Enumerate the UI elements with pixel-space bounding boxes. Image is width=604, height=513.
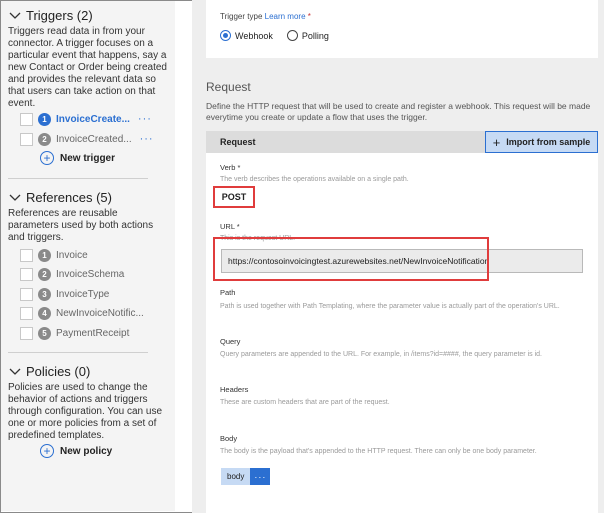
body-parameter-chip[interactable]: body ···	[221, 468, 271, 485]
triggers-section-header[interactable]: Triggers (2)	[8, 8, 93, 23]
new-policy-button[interactable]: + New policy	[40, 444, 112, 458]
request-card-header: Request + Import from sample	[206, 131, 598, 153]
headers-label: Headers	[220, 385, 249, 394]
item-number: 2	[38, 267, 51, 281]
chevron-down-icon	[9, 194, 21, 201]
webhook-label: Webhook	[235, 30, 273, 41]
checkbox[interactable]	[20, 326, 33, 340]
trigger-item-label: InvoiceCreated...	[56, 133, 132, 145]
reference-item-3[interactable]: 3 InvoiceType	[20, 286, 109, 302]
policies-title: Policies (0)	[26, 364, 91, 379]
more-icon[interactable]: ···	[250, 468, 271, 485]
body-help: The body is the payload that's appended …	[220, 448, 537, 455]
body-label: Body	[220, 434, 238, 443]
query-label: Query	[220, 337, 241, 346]
reference-item-label: NewInvoiceNotific...	[56, 307, 144, 319]
trigger-type-label-row: Trigger type Learn more *	[220, 12, 311, 21]
reference-item-label: Invoice	[56, 249, 88, 261]
reference-item-label: PaymentReceipt	[56, 327, 130, 339]
trigger-item-2[interactable]: 2 InvoiceCreated... ···	[20, 131, 154, 147]
import-label: Import from sample	[506, 137, 591, 147]
new-policy-label: New policy	[60, 445, 113, 457]
path-label: Path	[220, 288, 236, 297]
triggers-title: Triggers (2)	[26, 8, 93, 23]
query-help: Query parameters are appended to the URL…	[220, 351, 542, 358]
reference-item-1[interactable]: 1 Invoice	[20, 247, 88, 263]
item-number: 2	[38, 132, 51, 146]
new-trigger-button[interactable]: + New trigger	[40, 151, 115, 165]
reference-item-4[interactable]: 4 NewInvoiceNotific...	[20, 305, 144, 321]
trigger-type-label: Trigger type	[220, 12, 263, 21]
path-help: Path is used together with Path Templati…	[220, 303, 560, 310]
divider	[8, 178, 148, 179]
policies-description: Policies are used to change the behavior…	[8, 382, 163, 441]
references-title: References (5)	[26, 190, 112, 205]
item-number: 5	[38, 326, 51, 340]
item-number: 4	[38, 306, 51, 320]
checkbox[interactable]	[20, 248, 33, 262]
url-highlight	[213, 237, 489, 281]
checkbox[interactable]	[20, 132, 33, 146]
trigger-type-options: Webhook Polling	[220, 30, 343, 41]
webhook-radio[interactable]: Webhook	[220, 30, 273, 41]
request-section-title: Request	[206, 80, 251, 94]
request-section-description: Define the HTTP request that will be use…	[206, 101, 591, 122]
verb-label: Verb *	[220, 163, 241, 172]
request-card	[206, 153, 598, 513]
polling-label: Polling	[301, 30, 329, 41]
reference-item-5[interactable]: 5 PaymentReceipt	[20, 325, 129, 341]
import-from-sample-button[interactable]: + Import from sample	[485, 131, 598, 153]
url-label: URL *	[220, 222, 240, 231]
policies-section-header[interactable]: Policies (0)	[8, 364, 90, 379]
add-icon: +	[40, 444, 54, 458]
trigger-item-1[interactable]: 1 InvoiceCreate... ···	[20, 111, 152, 127]
headers-help: These are custom headers that are part o…	[220, 399, 390, 406]
learn-more-link[interactable]: Learn more	[265, 12, 306, 21]
reference-item-label: InvoiceType	[56, 288, 110, 300]
more-icon[interactable]: ···	[140, 133, 154, 145]
chevron-down-icon	[9, 12, 21, 19]
references-section-header[interactable]: References (5)	[8, 190, 112, 205]
trigger-type-card	[206, 0, 598, 58]
request-card-title: Request	[220, 137, 256, 147]
new-trigger-label: New trigger	[60, 152, 116, 164]
verb-help: The verb describes the operations availa…	[220, 176, 409, 183]
checkbox[interactable]	[20, 112, 33, 126]
chevron-down-icon	[9, 368, 21, 375]
checkbox[interactable]	[20, 287, 33, 301]
verb-value[interactable]: POST	[213, 186, 255, 208]
item-number: 3	[38, 287, 51, 301]
references-description: References are reusable parameters used …	[8, 208, 154, 243]
triggers-description: Triggers read data in from your connecto…	[8, 26, 167, 109]
item-number: 1	[38, 112, 51, 126]
required-marker: *	[307, 12, 311, 21]
plus-icon: +	[492, 134, 501, 150]
polling-radio[interactable]: Polling	[286, 30, 329, 41]
trigger-item-label: InvoiceCreate...	[56, 113, 130, 125]
radio-icon	[286, 30, 298, 41]
checkbox[interactable]	[20, 306, 33, 320]
more-icon[interactable]: ···	[138, 113, 152, 125]
divider	[8, 352, 148, 353]
add-icon: +	[40, 151, 54, 165]
item-number: 1	[38, 248, 51, 262]
radio-selected-icon	[220, 30, 231, 41]
checkbox[interactable]	[20, 267, 33, 281]
body-chip-label[interactable]: body	[221, 468, 251, 485]
reference-item-2[interactable]: 2 InvoiceSchema	[20, 266, 124, 282]
reference-item-label: InvoiceSchema	[56, 268, 125, 280]
